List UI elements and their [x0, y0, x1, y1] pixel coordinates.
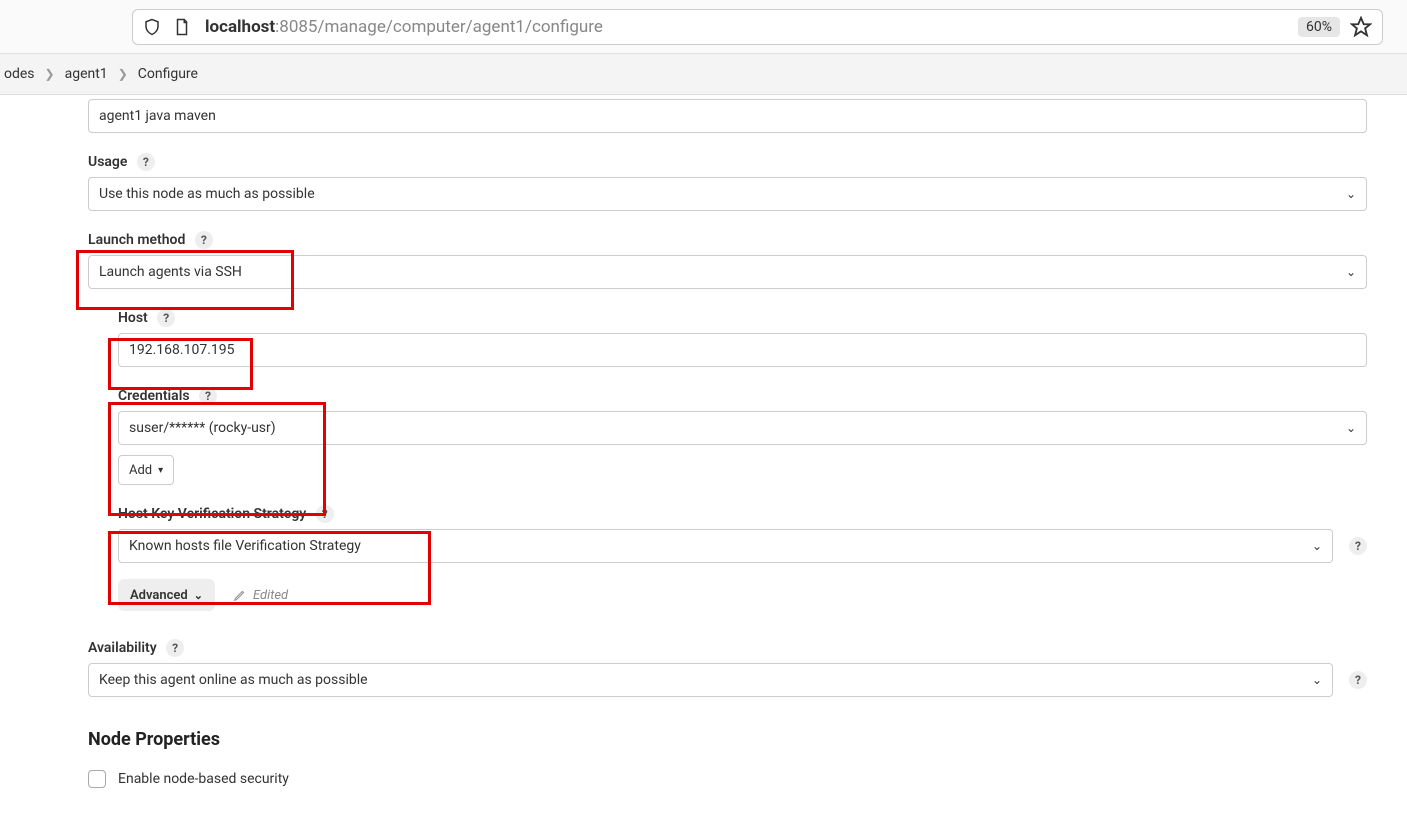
host-label: Host	[118, 310, 148, 326]
credentials-label: Credentials	[118, 388, 190, 404]
credentials-value: suser/****** (rocky-usr)	[129, 420, 276, 436]
help-icon[interactable]: ?	[199, 387, 217, 405]
page-icon	[173, 18, 191, 36]
chevron-right-icon: ❯	[118, 67, 128, 81]
host-key-value: Known hosts file Verification Strategy	[129, 538, 361, 554]
availability-select[interactable]: Keep this agent online as much as possib…	[88, 663, 1333, 697]
credentials-select[interactable]: suser/****** (rocky-usr) ⌄	[118, 411, 1367, 445]
host-key-strategy-label: Host Key Verification Strategy	[118, 506, 306, 522]
chevron-down-icon: ⌄	[1346, 265, 1356, 279]
chevron-down-icon: ⌄	[1346, 421, 1356, 435]
help-icon[interactable]: ?	[195, 231, 213, 249]
breadcrumb: odes ❯ agent1 ❯ Configure	[0, 54, 1407, 95]
add-label: Add	[129, 463, 152, 478]
zoom-level-badge[interactable]: 60%	[1298, 17, 1340, 37]
breadcrumb-item[interactable]: agent1	[65, 66, 108, 82]
usage-label: Usage	[88, 154, 127, 170]
caret-down-icon: ▾	[158, 465, 163, 476]
enable-node-security-label: Enable node-based security	[118, 771, 289, 787]
pencil-icon	[233, 588, 247, 602]
edited-indicator: Edited	[233, 588, 288, 603]
breadcrumb-item[interactable]: odes	[4, 66, 35, 82]
help-icon[interactable]: ?	[1349, 671, 1367, 689]
chevron-down-icon: ⌄	[1346, 187, 1356, 201]
browser-address-bar: localhost:8085/manage/computer/agent1/co…	[0, 0, 1407, 54]
availability-value: Keep this agent online as much as possib…	[99, 672, 368, 688]
chevron-down-icon: ⌄	[1312, 539, 1322, 553]
help-icon[interactable]: ?	[137, 153, 155, 171]
enable-node-security-checkbox[interactable]	[88, 770, 106, 788]
chevron-right-icon: ❯	[45, 67, 55, 81]
advanced-label: Advanced	[130, 588, 188, 603]
host-key-strategy-select[interactable]: Known hosts file Verification Strategy ⌄	[118, 529, 1333, 563]
add-credentials-button[interactable]: Add ▾	[118, 455, 174, 485]
url-bar[interactable]: localhost:8085/manage/computer/agent1/co…	[132, 9, 1383, 45]
launch-method-label: Launch method	[88, 232, 185, 248]
help-icon[interactable]: ?	[316, 505, 334, 523]
host-value: 192.168.107.195	[129, 342, 235, 358]
edited-label: Edited	[253, 588, 288, 603]
usage-select[interactable]: Use this node as much as possible ⌄	[88, 177, 1367, 211]
url-text: localhost:8085/manage/computer/agent1/co…	[205, 17, 1298, 37]
labels-input-value: agent1 java maven	[99, 108, 216, 124]
host-input[interactable]: 192.168.107.195	[118, 333, 1367, 367]
bookmark-star-icon[interactable]	[1350, 16, 1372, 38]
breadcrumb-item[interactable]: Configure	[138, 66, 198, 82]
advanced-button[interactable]: Advanced ⌄	[118, 579, 215, 611]
launch-method-value: Launch agents via SSH	[99, 264, 242, 280]
help-icon[interactable]: ?	[166, 639, 184, 657]
launch-method-select[interactable]: Launch agents via SSH ⌄	[88, 255, 1367, 289]
node-properties-title: Node Properties	[88, 729, 1367, 750]
help-icon[interactable]: ?	[157, 309, 175, 327]
chevron-down-icon: ⌄	[194, 589, 203, 602]
usage-value: Use this node as much as possible	[99, 186, 315, 202]
chevron-down-icon: ⌄	[1312, 673, 1322, 687]
shield-icon	[143, 18, 161, 36]
availability-label: Availability	[88, 640, 157, 656]
configure-form: agent1 java maven Usage ? Use this node …	[88, 95, 1367, 788]
labels-input[interactable]: agent1 java maven	[88, 99, 1367, 133]
help-icon[interactable]: ?	[1349, 537, 1367, 555]
